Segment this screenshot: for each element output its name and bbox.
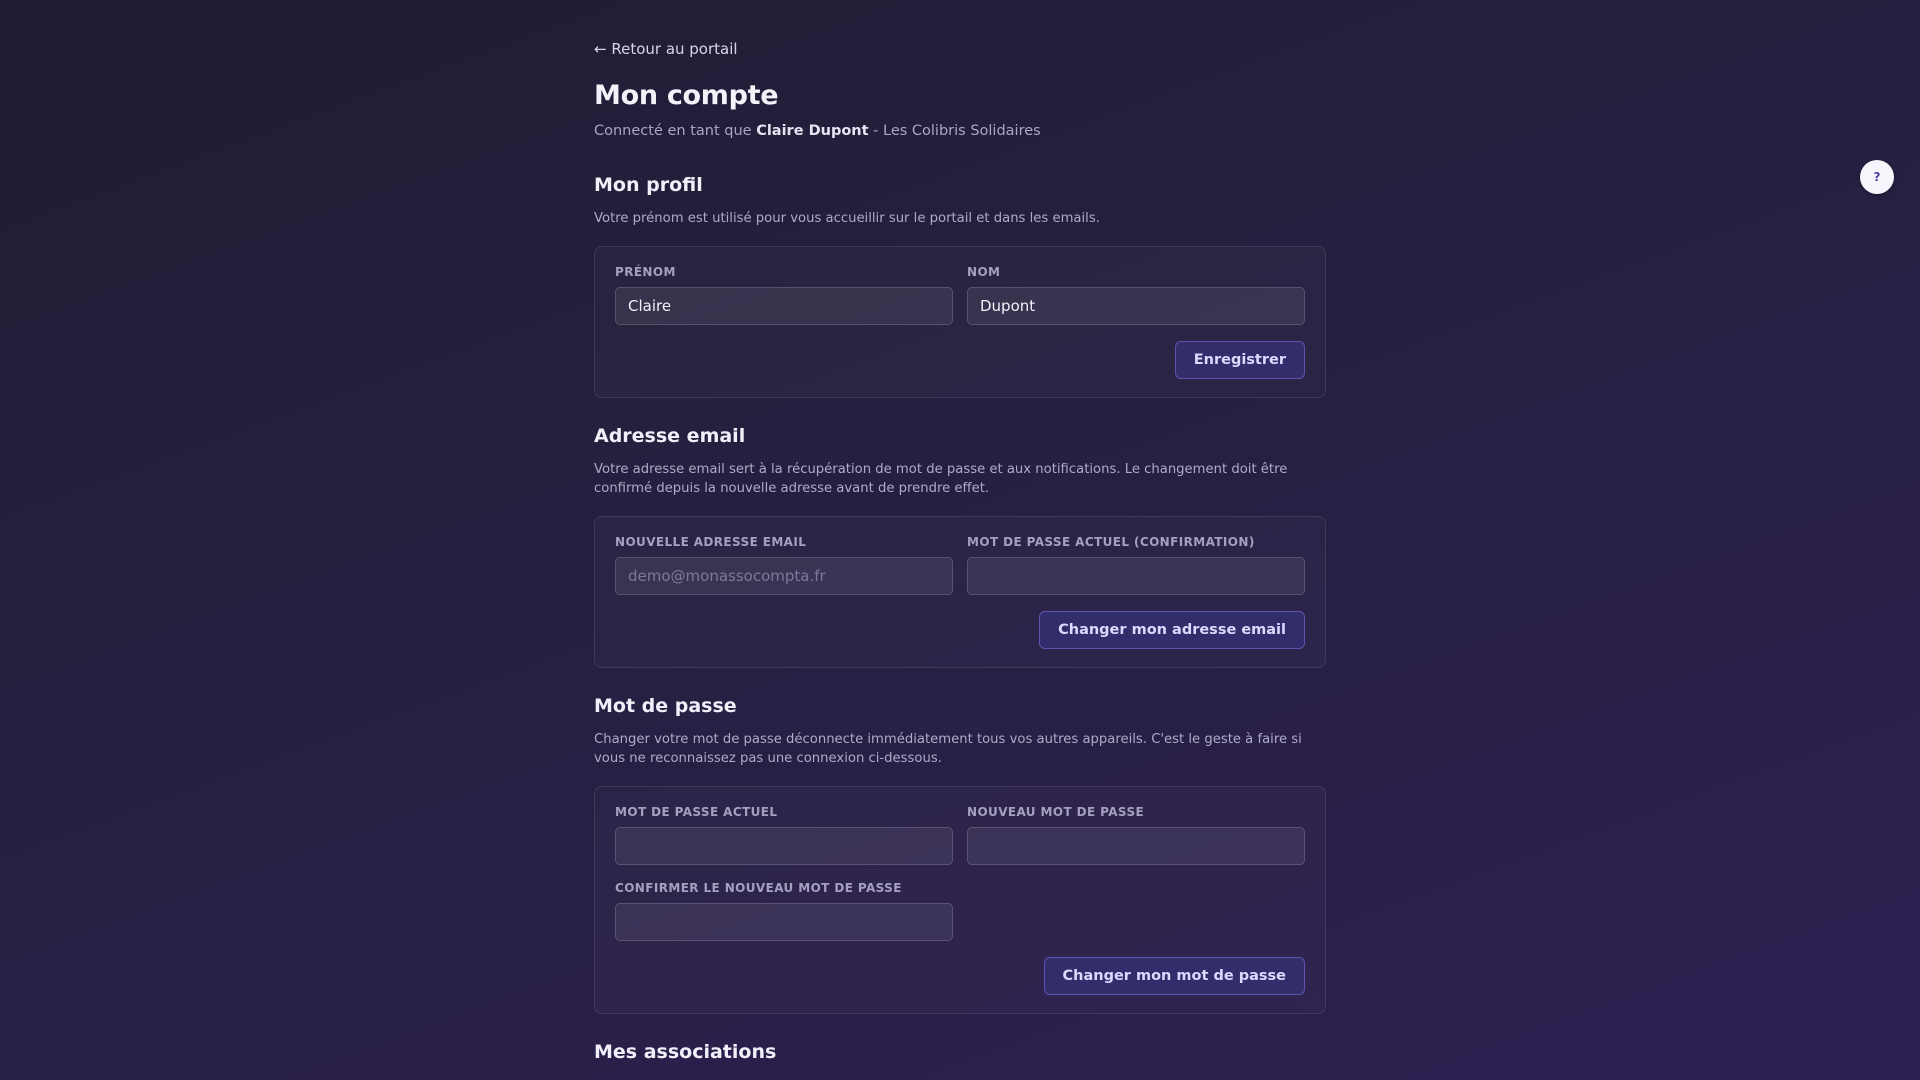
profile-section-title: Mon profil (594, 174, 703, 196)
change-email-button[interactable]: Changer mon adresse email (1039, 611, 1305, 649)
change-password-button[interactable]: Changer mon mot de passe (1043, 957, 1305, 995)
email-current-password-input[interactable] (967, 557, 1305, 595)
confirm-password-label: CONFIRMER LE NOUVEAU MOT DE PASSE (615, 881, 902, 895)
password-section-title: Mot de passe (594, 695, 737, 717)
page-title: Mon compte (594, 80, 779, 111)
subtitle-prefix: Connecté en tant que (594, 123, 757, 139)
user-name: Claire Dupont (756, 123, 869, 139)
last-name-field: NOM (967, 265, 1305, 325)
subtitle-suffix: - Les Colibris Solidaires (868, 123, 1041, 139)
password-section-description: Changer votre mot de passe déconnecte im… (594, 732, 1302, 766)
new-email-field: NOUVELLE ADRESSE EMAIL (615, 535, 953, 595)
last-name-input[interactable] (967, 287, 1305, 325)
email-current-password-field: MOT DE PASSE ACTUEL (CONFIRMATION) (967, 535, 1305, 595)
profile-section-description: Votre prénom est utilisé pour vous accue… (594, 211, 1100, 226)
back-to-portal-link[interactable]: ← Retour au portail (594, 40, 738, 58)
profile-card: PRÉNOM NOM Enregistrer (594, 246, 1326, 398)
password-card: MOT DE PASSE ACTUEL NOUVEAU MOT DE PASSE… (594, 786, 1326, 1014)
new-password-field: NOUVEAU MOT DE PASSE (967, 805, 1305, 865)
last-name-label: NOM (967, 265, 1001, 279)
first-name-label: PRÉNOM (615, 265, 676, 279)
help-icon: ? (1873, 170, 1881, 184)
account-subtitle: Connecté en tant que Claire Dupont - Les… (594, 123, 1041, 139)
new-email-input[interactable] (615, 557, 953, 595)
new-password-label: NOUVEAU MOT DE PASSE (967, 805, 1145, 819)
email-current-password-label: MOT DE PASSE ACTUEL (CONFIRMATION) (967, 535, 1255, 549)
confirm-password-input[interactable] (615, 903, 953, 941)
current-password-input[interactable] (615, 827, 953, 865)
first-name-field: PRÉNOM (615, 265, 953, 325)
email-section-description: Votre adresse email sert à la récupérati… (594, 462, 1288, 496)
help-button[interactable]: ? (1860, 160, 1894, 194)
first-name-input[interactable] (615, 287, 953, 325)
save-profile-button[interactable]: Enregistrer (1174, 341, 1305, 379)
new-email-label: NOUVELLE ADRESSE EMAIL (615, 535, 807, 549)
current-password-label: MOT DE PASSE ACTUEL (615, 805, 778, 819)
email-card: NOUVELLE ADRESSE EMAIL MOT DE PASSE ACTU… (594, 516, 1326, 668)
email-section-title: Adresse email (594, 425, 746, 447)
current-password-field: MOT DE PASSE ACTUEL (615, 805, 953, 865)
confirm-password-field: CONFIRMER LE NOUVEAU MOT DE PASSE (615, 881, 953, 941)
new-password-input[interactable] (967, 827, 1305, 865)
associations-section-title: Mes associations (594, 1041, 777, 1063)
